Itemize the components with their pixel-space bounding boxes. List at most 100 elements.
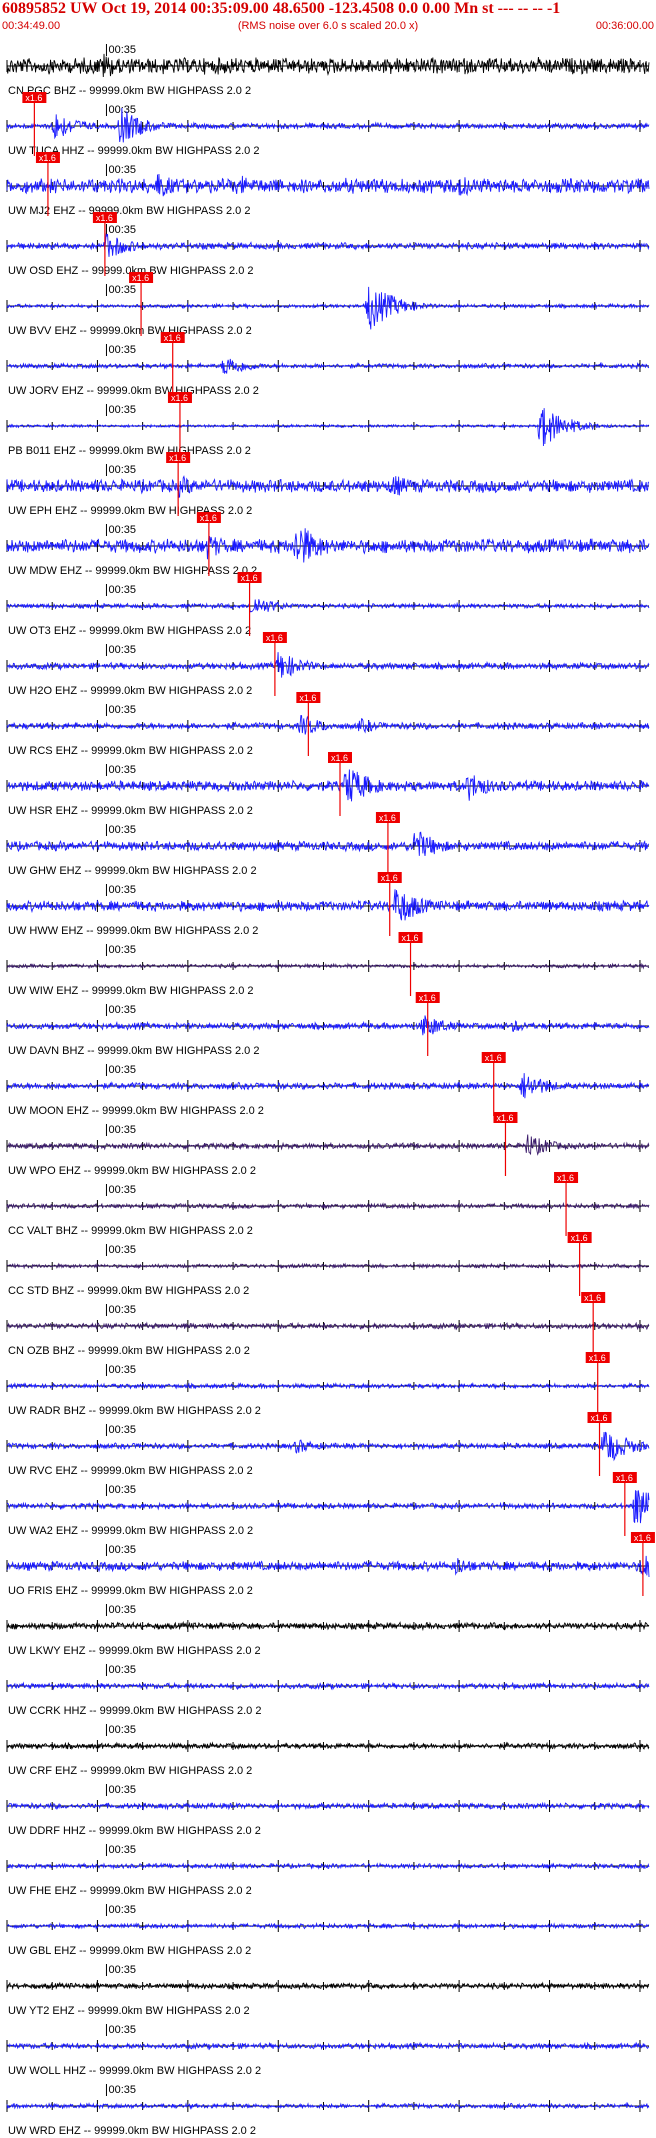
trace-label: UW H2O EHZ -- 99999.0km BW HIGHPASS 2.0 … <box>8 685 252 697</box>
tick-label: 00:35 <box>108 524 136 536</box>
trace-label: UW BVV EHZ -- 99999.0km BW HIGHPASS 2.0 … <box>8 325 252 337</box>
trace-label: UW CRF EHZ -- 99999.0km BW HIGHPASS 2.0 … <box>8 1765 252 1777</box>
waveform-trace <box>6 1490 650 1524</box>
trace-label: UW YT2 EHZ -- 99999.0km BW HIGHPASS 2.0 … <box>8 2005 250 2017</box>
waveform-trace <box>6 1015 650 1036</box>
pick-label: x1.6 <box>402 933 419 943</box>
tick-label: 00:35 <box>108 2024 136 2036</box>
tick-label: 00:35 <box>108 944 136 956</box>
tick-label: 00:35 <box>108 164 136 176</box>
trace-label: UW HSR EHZ -- 99999.0km BW HIGHPASS 2.0 … <box>8 805 253 817</box>
tick-label: 00:35 <box>108 1784 136 1796</box>
waveform-trace <box>6 408 650 446</box>
trace-label: UW MDW EHZ -- 99999.0km BW HIGHPASS 2.0 … <box>8 565 257 577</box>
tick-label: 00:35 <box>108 1244 136 1256</box>
trace-label: UW JORV EHZ -- 99999.0km BW HIGHPASS 2.0… <box>8 385 259 397</box>
tick-label: 00:35 <box>108 1304 136 1316</box>
trace-label: UW LKWY EHZ -- 99999.0km BW HIGHPASS 2.0… <box>8 1645 261 1657</box>
pick-label: x1.6 <box>557 1173 574 1183</box>
pick-label: x1.6 <box>241 573 258 583</box>
trace-label: UW WRD EHZ -- 99999.0km BW HIGHPASS 2.0 … <box>8 2125 256 2137</box>
tick-label: 00:35 <box>108 1064 136 1076</box>
pick-label: x1.6 <box>299 693 316 703</box>
trace-label: UW MJ2 EHZ -- 99999.0km BW HIGHPASS 2.0 … <box>8 205 250 217</box>
tick-label: 00:35 <box>108 584 136 596</box>
pick-label: x1.6 <box>379 813 396 823</box>
waveform-trace <box>6 53 650 78</box>
waveform-trace <box>6 831 650 856</box>
trace-label: UW WOLL HHZ -- 99999.0km BW HIGHPASS 2.0… <box>8 2065 261 2077</box>
tick-label: 00:35 <box>108 1904 136 1916</box>
pick-label: x1.6 <box>132 273 149 283</box>
pick-label: x1.6 <box>96 213 113 223</box>
waveform-trace <box>6 233 650 257</box>
waveform-trace <box>6 528 650 563</box>
waveform-trace <box>6 769 650 802</box>
pick-label: x1.6 <box>485 1053 502 1063</box>
tick-label: 00:35 <box>108 1124 136 1136</box>
trace-label: UW WPO EHZ -- 99999.0km BW HIGHPASS 2.0 … <box>8 1165 256 1177</box>
pick-label: x1.6 <box>591 1413 608 1423</box>
tick-label: 00:35 <box>108 1604 136 1616</box>
tick-label: 00:35 <box>108 2084 136 2096</box>
waveform-trace <box>6 652 650 678</box>
waveform-trace <box>6 475 650 498</box>
waveform-trace <box>6 599 650 613</box>
pick-label: x1.6 <box>419 993 436 1003</box>
pick-label: x1.6 <box>164 333 181 343</box>
waveform-trace <box>6 174 650 197</box>
trace-label: CC STD BHZ -- 99999.0km BW HIGHPASS 2.0 … <box>8 1285 249 1297</box>
trace-label: UW HWW EHZ -- 99999.0km BW HIGHPASS 2.0 … <box>8 925 258 937</box>
tick-label: 00:35 <box>108 404 136 416</box>
tick-label: 00:35 <box>108 1724 136 1736</box>
trace-label: CN OZB BHZ -- 99999.0km BW HIGHPASS 2.0 … <box>8 1345 250 1357</box>
pick-label: x1.6 <box>616 1473 633 1483</box>
trace-label: UW FHE EHZ -- 99999.0km BW HIGHPASS 2.0 … <box>8 1885 252 1897</box>
tick-label: 00:35 <box>108 464 136 476</box>
tick-label: 00:35 <box>108 44 136 56</box>
pick-label: x1.6 <box>381 873 398 883</box>
trace-label: UW RADR BHZ -- 99999.0km BW HIGHPASS 2.0… <box>8 1405 261 1417</box>
trace-label: UW DAVN BHZ -- 99999.0km BW HIGHPASS 2.0… <box>8 1045 259 1057</box>
waveform-trace <box>6 714 650 735</box>
pick-label: x1.6 <box>25 93 42 103</box>
pick-label: x1.6 <box>266 633 283 643</box>
pick-label: x1.6 <box>171 393 188 403</box>
pick-label: x1.6 <box>571 1233 588 1243</box>
tick-label: 00:35 <box>108 224 136 236</box>
trace-label: UW CCRK HHZ -- 99999.0km BW HIGHPASS 2.0… <box>8 1705 261 1717</box>
trace-label: UW MOON EHZ -- 99999.0km BW HIGHPASS 2.0… <box>8 1105 264 1117</box>
trace-label: UW RVC EHZ -- 99999.0km BW HIGHPASS 2.0 … <box>8 1465 253 1477</box>
pick-label: x1.6 <box>634 1533 651 1543</box>
pick-label: x1.6 <box>169 453 186 463</box>
tick-label: 00:35 <box>108 644 136 656</box>
trace-label: UW WIW EHZ -- 99999.0km BW HIGHPASS 2.0 … <box>8 985 254 997</box>
tick-label: 00:35 <box>108 704 136 716</box>
tick-label: 00:35 <box>108 1484 136 1496</box>
pick-label: x1.6 <box>39 153 56 163</box>
tick-label: 00:35 <box>108 1184 136 1196</box>
trace-label: UW WA2 EHZ -- 99999.0km BW HIGHPASS 2.0 … <box>8 1525 253 1537</box>
trace-label: UW DDRF HHZ -- 99999.0km BW HIGHPASS 2.0… <box>8 1825 261 1837</box>
tick-label: 00:35 <box>108 1964 136 1976</box>
waveform-trace <box>6 1262 650 1270</box>
waveform-trace <box>6 286 650 330</box>
pick-label: x1.6 <box>331 753 348 763</box>
pick-label: x1.6 <box>496 1113 513 1123</box>
trace-label: CC VALT BHZ -- 99999.0km BW HIGHPASS 2.0… <box>8 1225 253 1237</box>
tick-label: 00:35 <box>108 284 136 296</box>
tick-label: 00:35 <box>108 764 136 776</box>
seismogram-plot: 00:35CN PGC BHZ -- 99999.0km BW HIGHPASS… <box>6 44 655 2137</box>
tick-label: 00:35 <box>108 1004 136 1016</box>
waveform-trace <box>6 1134 650 1156</box>
tick-label: 00:35 <box>108 1364 136 1376</box>
trace-label: UW GBL EHZ -- 99999.0km BW HIGHPASS 2.0 … <box>8 1945 251 1957</box>
trace-label: UW RCS EHZ -- 99999.0km BW HIGHPASS 2.0 … <box>8 745 253 757</box>
pick-label: x1.6 <box>200 513 217 523</box>
tick-label: 00:35 <box>108 884 136 896</box>
pick-label: x1.6 <box>584 1293 601 1303</box>
tick-label: 00:35 <box>108 1544 136 1556</box>
waveform-trace <box>6 1382 650 1390</box>
tick-label: 00:35 <box>108 824 136 836</box>
trace-label: UO FRIS EHZ -- 99999.0km BW HIGHPASS 2.0… <box>8 1585 253 1597</box>
